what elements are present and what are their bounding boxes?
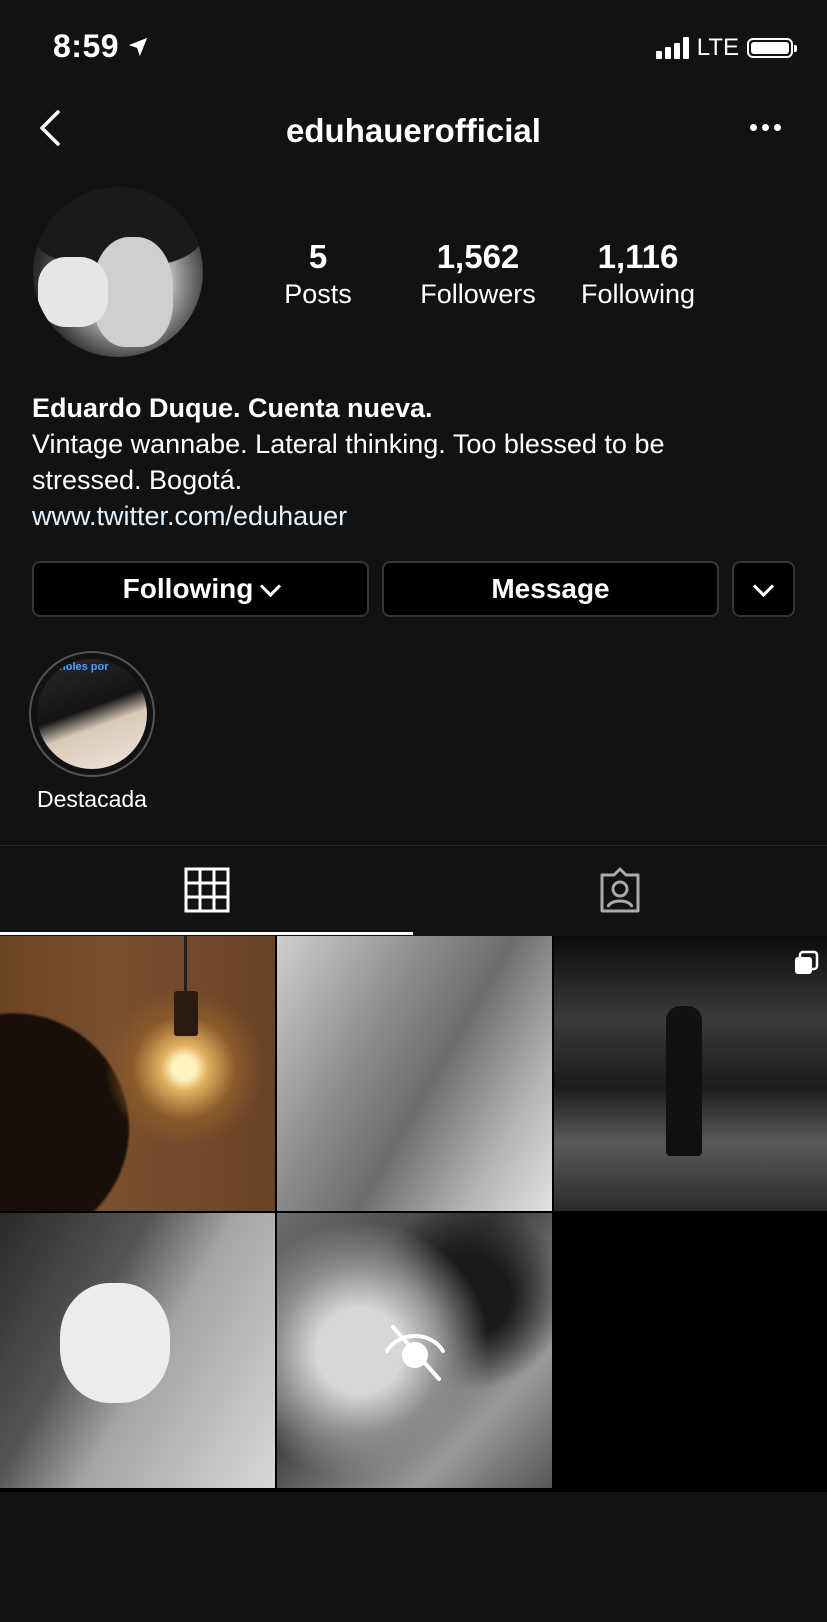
profile-bio: Eduardo Duque. Cuenta nueva. Vintage wan… xyxy=(32,390,772,534)
profile-avatar[interactable] xyxy=(33,187,203,357)
message-button-label: Message xyxy=(491,573,610,604)
profile-bio-text: Vintage wannabe. Lateral thinking. Too b… xyxy=(32,429,665,495)
tab-divider xyxy=(0,845,827,846)
signal-icon xyxy=(655,37,689,59)
stat-followers-value: 1,562 xyxy=(436,238,520,275)
location-arrow-icon xyxy=(128,37,148,56)
status-indicators: LTE xyxy=(655,34,797,62)
highlight-cover-text: ñoles por xyxy=(59,661,109,673)
stat-followers-label: Followers xyxy=(420,279,536,309)
profile-username: eduhauerofficial xyxy=(286,112,541,149)
stat-following-label: Following xyxy=(580,279,696,309)
hidden-content-icon xyxy=(385,1325,445,1381)
chevron-down-icon xyxy=(260,575,282,597)
stat-following[interactable]: 1,116 Following xyxy=(568,238,708,312)
stat-posts-label: Posts xyxy=(284,279,352,309)
active-tab-indicator xyxy=(0,932,413,935)
stat-posts-value: 5 xyxy=(308,238,328,275)
status-time: 8:59 xyxy=(53,28,149,65)
following-button-label: Following xyxy=(122,573,254,604)
profile-website-link[interactable]: www.twitter.com/eduhauer xyxy=(32,498,772,534)
highlight-label: Destacada xyxy=(37,786,147,812)
carousel-icon xyxy=(795,950,819,974)
battery-icon xyxy=(747,38,797,58)
post-thumbnail[interactable] xyxy=(0,936,275,1211)
network-label: LTE xyxy=(696,34,739,61)
stat-posts[interactable]: 5 Posts xyxy=(268,238,368,312)
stat-following-value: 1,116 xyxy=(597,238,679,275)
message-button[interactable]: Message xyxy=(382,561,719,617)
post-thumbnail[interactable] xyxy=(277,936,552,1211)
grid-icon[interactable] xyxy=(184,867,230,913)
sensitive-post-thumbnail[interactable] xyxy=(277,1213,552,1488)
more-options-icon[interactable] xyxy=(750,124,781,131)
tagged-photos-icon[interactable] xyxy=(596,867,644,915)
highlight-cover[interactable]: ñoles por xyxy=(37,659,147,769)
posts-grid xyxy=(0,936,827,1492)
stat-followers[interactable]: 1,562 Followers xyxy=(408,238,548,312)
post-thumbnail[interactable] xyxy=(0,1213,275,1488)
following-button[interactable]: Following xyxy=(32,561,369,617)
post-thumbnail[interactable] xyxy=(554,936,827,1211)
suggested-accounts-button[interactable] xyxy=(732,561,795,617)
chevron-down-icon xyxy=(752,575,775,597)
profile-display-name: Eduardo Duque. Cuenta nueva. xyxy=(32,393,433,423)
